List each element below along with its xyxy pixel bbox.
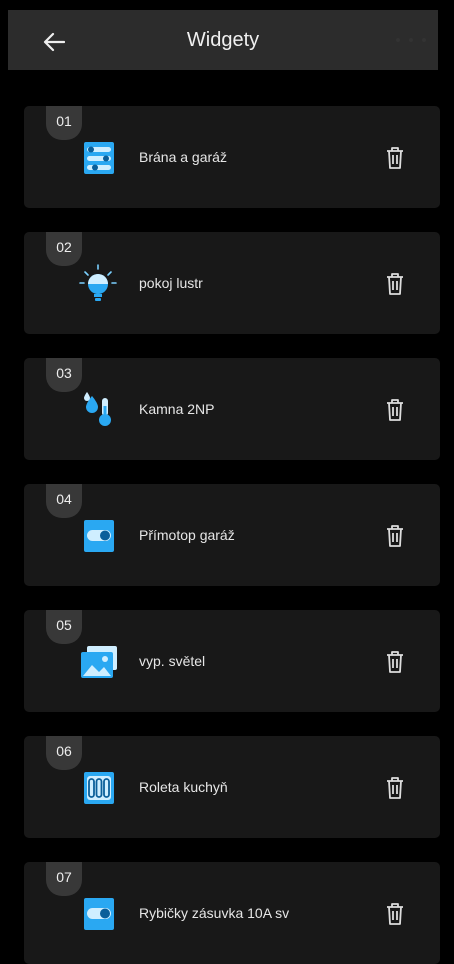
- widget-number: 04: [46, 484, 82, 518]
- widget-label: Kamna 2NP: [139, 401, 215, 417]
- widget-number: 05: [46, 610, 82, 644]
- widget-number: 06: [46, 736, 82, 770]
- sliders-panel-icon: [84, 142, 114, 174]
- more-dots-icon: [396, 38, 400, 42]
- widget-number: 01: [46, 106, 82, 140]
- widget-card[interactable]: 05 vyp. světel: [24, 610, 440, 712]
- light-bulb-icon: [79, 264, 117, 301]
- widget-card[interactable]: 03 Kamna 2NP: [24, 358, 440, 460]
- more-button[interactable]: [396, 32, 426, 48]
- trash-icon[interactable]: [384, 776, 406, 800]
- widget-card[interactable]: 02 pokoj lustr: [24, 232, 440, 334]
- widget-label: Rybičky zásuvka 10A sv: [139, 905, 290, 921]
- toggle-switch-icon: [84, 520, 114, 552]
- page-title: Widgety: [186, 29, 260, 51]
- widget-card[interactable]: 01 Brána a garáž: [24, 106, 440, 208]
- widget-card[interactable]: 04 Přímotop garáž: [24, 484, 440, 586]
- top-bar: Widgety: [8, 10, 438, 70]
- widget-label: Brána a garáž: [139, 149, 227, 165]
- widget-number: 07: [46, 862, 82, 896]
- blind-panel-icon: [84, 772, 114, 804]
- trash-icon[interactable]: [384, 272, 406, 296]
- image-icon: [81, 646, 117, 678]
- trash-icon[interactable]: [384, 524, 406, 548]
- toggle-switch-icon: [84, 898, 114, 930]
- trash-icon[interactable]: [384, 398, 406, 422]
- trash-icon[interactable]: [384, 902, 406, 926]
- widget-label: vyp. světel: [139, 653, 206, 669]
- trash-icon[interactable]: [384, 650, 406, 674]
- widget-label: pokoj lustr: [139, 275, 203, 291]
- widget-number: 03: [46, 358, 82, 392]
- widget-label: Přímotop garáž: [139, 527, 235, 543]
- widget-card[interactable]: 06 Roleta kuchyň: [24, 736, 440, 838]
- widget-card[interactable]: 07 Rybičky zásuvka 10A sv: [24, 862, 440, 964]
- widget-number: 02: [46, 232, 82, 266]
- trash-icon[interactable]: [384, 146, 406, 170]
- humidity-thermometer-icon: [84, 392, 111, 426]
- widget-label: Roleta kuchyň: [139, 779, 228, 795]
